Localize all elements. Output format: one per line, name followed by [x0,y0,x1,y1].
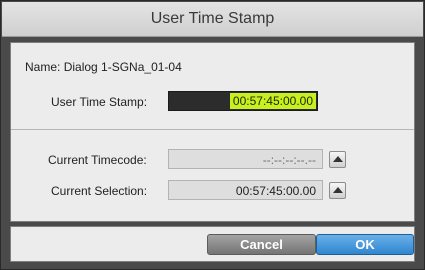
name-label: Name: [25,60,61,74]
cancel-button[interactable]: Cancel [207,234,316,255]
user-time-stamp-field[interactable]: 00:57:45:00.00 [168,91,318,111]
title-bar[interactable]: User Time Stamp [2,2,423,37]
section-divider [11,129,414,130]
current-selection-label: Current Selection: [51,184,148,198]
user-time-stamp-dialog: User Time Stamp Name: Dialog 1-SGNa_01-0… [0,0,425,270]
main-panel: Name: Dialog 1-SGNa_01-04 User Time Stam… [10,42,415,222]
name-value: Dialog 1-SGNa_01-04 [63,60,182,74]
current-timecode-label: Current Timecode: [48,153,147,167]
current-timecode-transfer-button[interactable] [329,151,346,168]
name-row: Name: Dialog 1-SGNa_01-04 [25,60,182,74]
dialog-title: User Time Stamp [150,10,275,27]
button-bar: Cancel OK [10,226,415,262]
current-selection-transfer-button[interactable] [329,182,346,199]
user-time-stamp-value: 00:57:45:00.00 [229,93,316,109]
current-timecode-field: --:--:--:--.-- [168,149,323,169]
current-selection-field: 00:57:45:00.00 [168,180,323,200]
user-time-stamp-label: User Time Stamp: [51,95,148,109]
ok-button[interactable]: OK [316,234,414,255]
